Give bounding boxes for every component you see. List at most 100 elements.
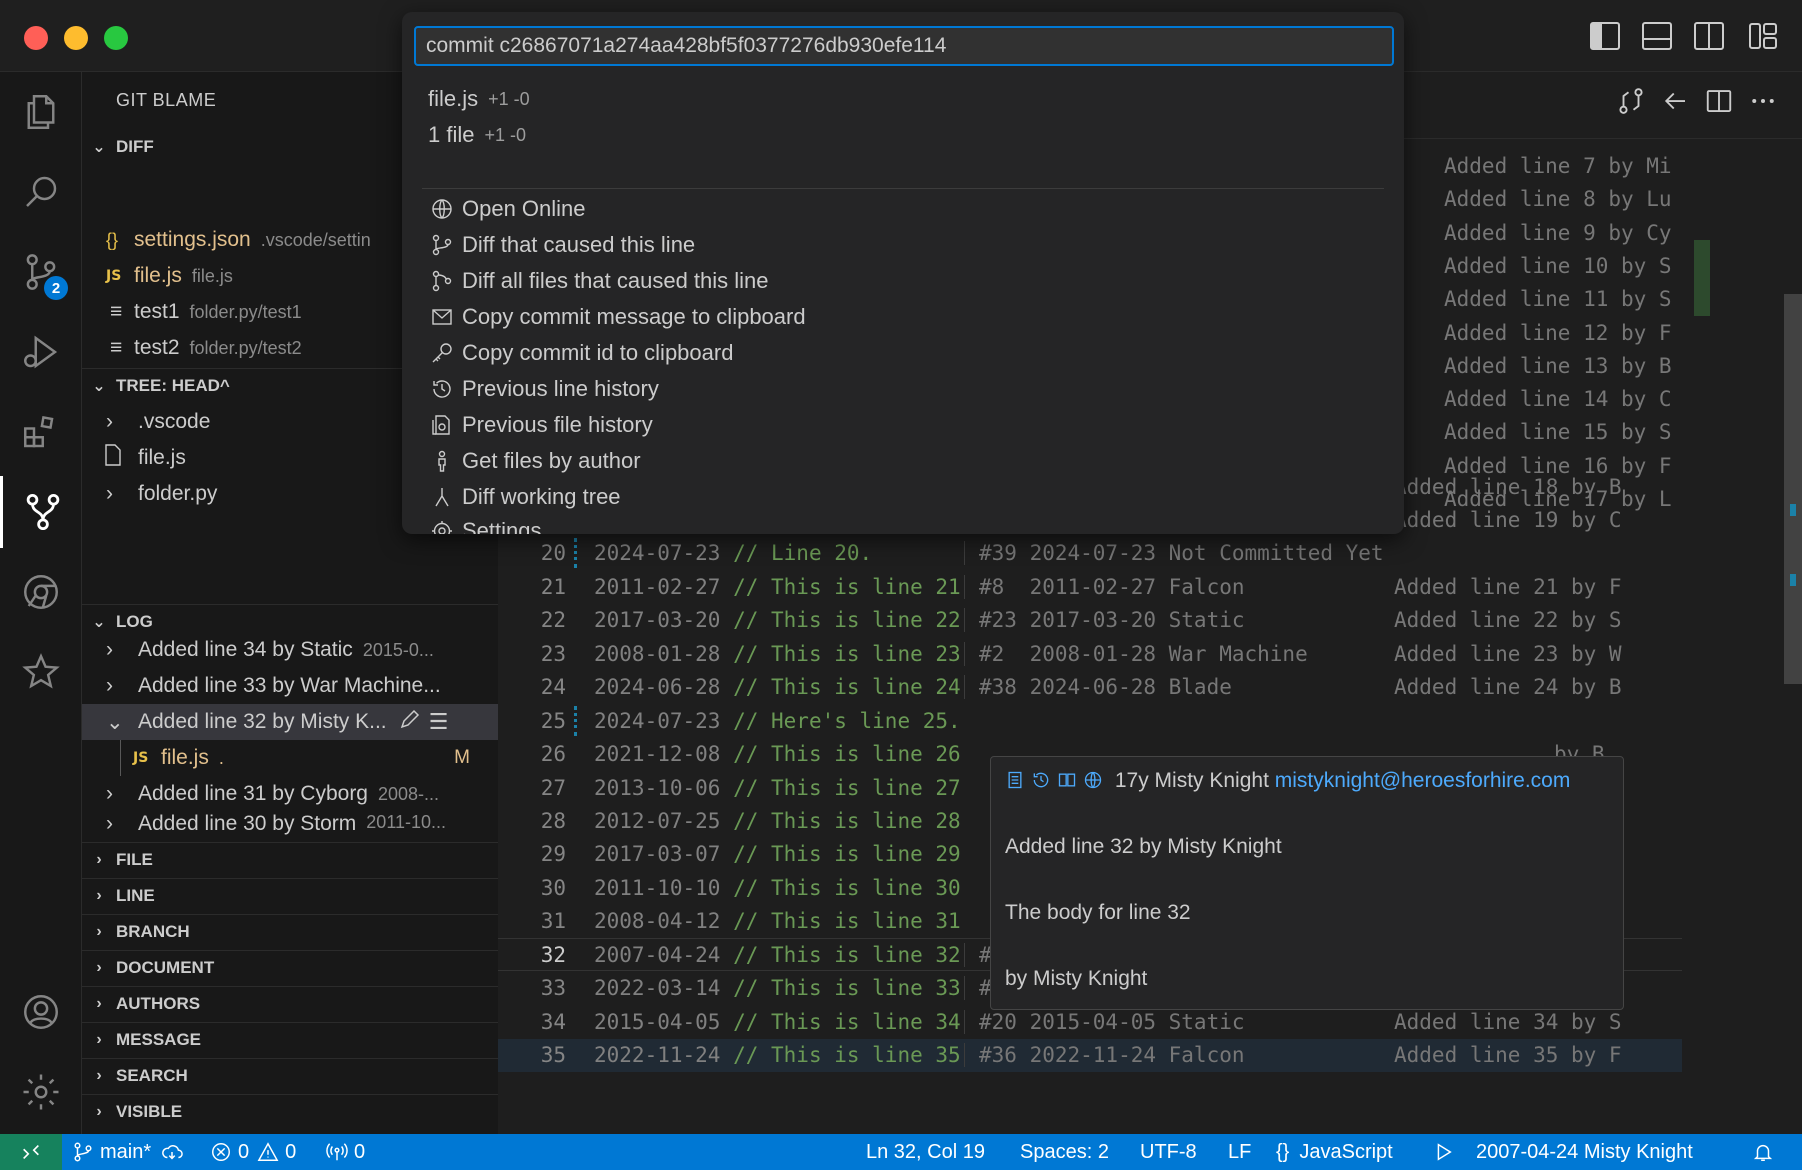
action-diff-working-tree[interactable]: Diff working tree [430,480,621,514]
log-item[interactable]: › Added line 30 by Storm 2011-10... [82,812,498,836]
problems-status[interactable]: 0 0 [210,1134,296,1170]
log-item[interactable]: › Added line 31 by Cyborg 2008-... [82,776,498,812]
split-editor-icon[interactable] [1704,86,1736,118]
accounts-icon[interactable] [0,976,82,1048]
line-number: 22 [540,608,566,633]
manage-gear-icon[interactable] [0,1056,82,1128]
search-icon[interactable] [0,156,82,228]
close-window-button[interactable] [24,26,48,50]
code-line[interactable]: 24 2024-06-28 // This is line 24 #38 2024-… [498,671,1682,704]
code-line[interactable]: 34 2015-04-05 // This is line 34. #20 2015… [498,1005,1682,1038]
explorer-icon[interactable] [0,76,82,148]
history-icon[interactable] [1031,770,1051,790]
toggle-panel-icon[interactable] [1642,22,1672,50]
action-previous-file-history[interactable]: Previous file history [430,408,653,442]
list-icon[interactable]: ☰ [429,709,449,735]
code-text: 2024-07-23 // Line 20. [580,541,964,565]
compare-icon[interactable] [1057,770,1077,790]
section-line-header[interactable]: › LINE [82,878,498,912]
action-copy-message[interactable]: Copy commit message to clipboard [430,300,806,334]
line-number: 30 [540,875,566,900]
hover-email-link[interactable]: mistyknight@heroesforhire.com [1275,769,1571,792]
open-changes-icon[interactable] [1616,86,1648,118]
code-line[interactable]: 23 2008-01-28 // This is line 23. #2 2008-… [498,637,1682,670]
code-text: 2022-11-24 // This is line 35. [580,1043,964,1067]
log-item[interactable]: › Added line 34 by Static 2015-0... [82,632,498,668]
section-message-header[interactable]: › MESSAGE [82,1022,498,1056]
action-open-online[interactable]: Open Online [430,192,586,226]
cursor-position[interactable]: Ln 32, Col 19 [866,1134,985,1170]
minimap[interactable] [1684,144,1778,1134]
extensions-icon[interactable] [0,396,82,468]
code-line[interactable]: 20 2024-07-23 // Line 20. #39 2024-07-23 N… [498,537,1682,570]
log-item[interactable]: › Added line 33 by War Machine... [82,668,498,704]
section-file-header[interactable]: › FILE [82,842,498,876]
line-number: 24 [540,675,566,700]
language-status[interactable]: {} JavaScript [1276,1134,1393,1170]
section-document-header[interactable]: › DOCUMENT [82,950,498,984]
encoding-status[interactable]: UTF-8 [1140,1134,1197,1170]
code-line[interactable]: 25 2024-07-23 // Here's line 25. [498,704,1682,737]
git-blame-icon[interactable] [0,476,82,548]
code-text: 2017-03-07 // This is line 29 [580,842,964,866]
blame-hover: 17y Misty Knight mistyknight@heroesforhi… [990,756,1624,1010]
merge-icon [435,488,449,507]
ports-status[interactable]: 0 [326,1134,365,1170]
minimize-window-button[interactable] [64,26,88,50]
comment-text: // This is line 29 [720,842,961,867]
quick-pick: file.js+1 -0 1 file+1 -0 Open Online Dif… [402,12,1404,534]
quick-pick-file[interactable]: file.js +1 -0 [428,82,530,116]
source-control-icon[interactable]: 2 [0,236,82,308]
hover-commit-message: Added line 32 by Misty Knight [1005,835,1282,858]
chevron-right-icon: › [96,1102,102,1120]
eol-status[interactable]: LF [1228,1134,1251,1170]
action-diff-line[interactable]: Diff that caused this line [430,228,695,262]
customize-layout-icon[interactable] [1748,22,1778,50]
remote-indicator[interactable] [0,1134,62,1170]
notifications-bell-icon[interactable] [1752,1134,1780,1170]
inline-blame-annotation: Added line 12 by F [1444,320,1672,345]
globe-icon[interactable] [1083,770,1103,790]
quick-pick-file[interactable]: 1 file +1 -0 [428,118,526,152]
comment-text: // This is line 32. [720,942,964,967]
section-authors-header[interactable]: › AUTHORS [82,986,498,1020]
action-files-by-author[interactable]: Get files by author [430,444,641,478]
comment-text: // This is line 26 [720,742,961,767]
star-icon[interactable] [0,636,82,708]
code-line[interactable]: 21 2011-02-27 // This is line 21. #8 2011-… [498,570,1682,603]
action-diff-all-files[interactable]: Diff all files that caused this line [430,264,769,298]
git-blame-status[interactable]: 2007-04-24 Misty Knight [1432,1134,1693,1170]
action-previous-line-history[interactable]: Previous line history [430,372,659,406]
vertical-scrollbar[interactable] [1778,144,1802,1134]
go-back-icon[interactable] [1660,86,1692,118]
section-search-header[interactable]: › SEARCH [82,1058,498,1092]
code-line[interactable]: 35 2022-11-24 // This is line 35. #36 2022… [498,1038,1682,1072]
branch-status[interactable]: main* [72,1134,189,1170]
section-branch-header[interactable]: › BRANCH [82,914,498,948]
line-number: 29 [540,842,566,867]
braces-icon: {} [1276,1140,1290,1163]
source-control-badge: 2 [44,276,68,300]
section-visible-header[interactable]: › VISIBLE [82,1094,498,1128]
run-debug-icon[interactable] [0,316,82,388]
action-settings[interactable]: Settings [430,514,542,534]
code-line[interactable]: 22 2017-03-20 // This is line 22. #23 2017… [498,604,1682,637]
commit-details-icon[interactable] [1005,770,1025,790]
more-actions-icon[interactable] [1748,86,1780,118]
toggle-primary-sidebar-icon[interactable] [1590,22,1620,50]
quick-pick-input[interactable] [414,26,1394,66]
log-item-selected[interactable]: ⌄ Added line 32 by Misty K... ☰ [82,704,498,740]
inline-blame-annotation: Added line 24 by B [1394,675,1622,700]
inline-blame-annotation: Added line 10 by S [1444,253,1672,278]
indentation-status[interactable]: Spaces: 2 [1020,1134,1109,1170]
status-bar: main* 0 0 0 Ln 32, Col 19 Spaces: 2 UTF-… [0,1134,1802,1170]
log-file-item[interactable]: JS file.js. M [82,740,498,776]
maximize-window-button[interactable] [104,26,128,50]
inline-blame-annotation: Added line 14 by C [1444,387,1672,412]
action-copy-id[interactable]: Copy commit id to clipboard [430,336,733,370]
chrome-icon[interactable] [0,556,82,628]
toggle-secondary-sidebar-icon[interactable] [1694,22,1724,50]
blame-column: #20 2015-04-05 Static [964,1009,1394,1034]
edit-icon[interactable] [399,708,421,736]
hover-commit-by: by Misty Knight [1005,967,1148,990]
